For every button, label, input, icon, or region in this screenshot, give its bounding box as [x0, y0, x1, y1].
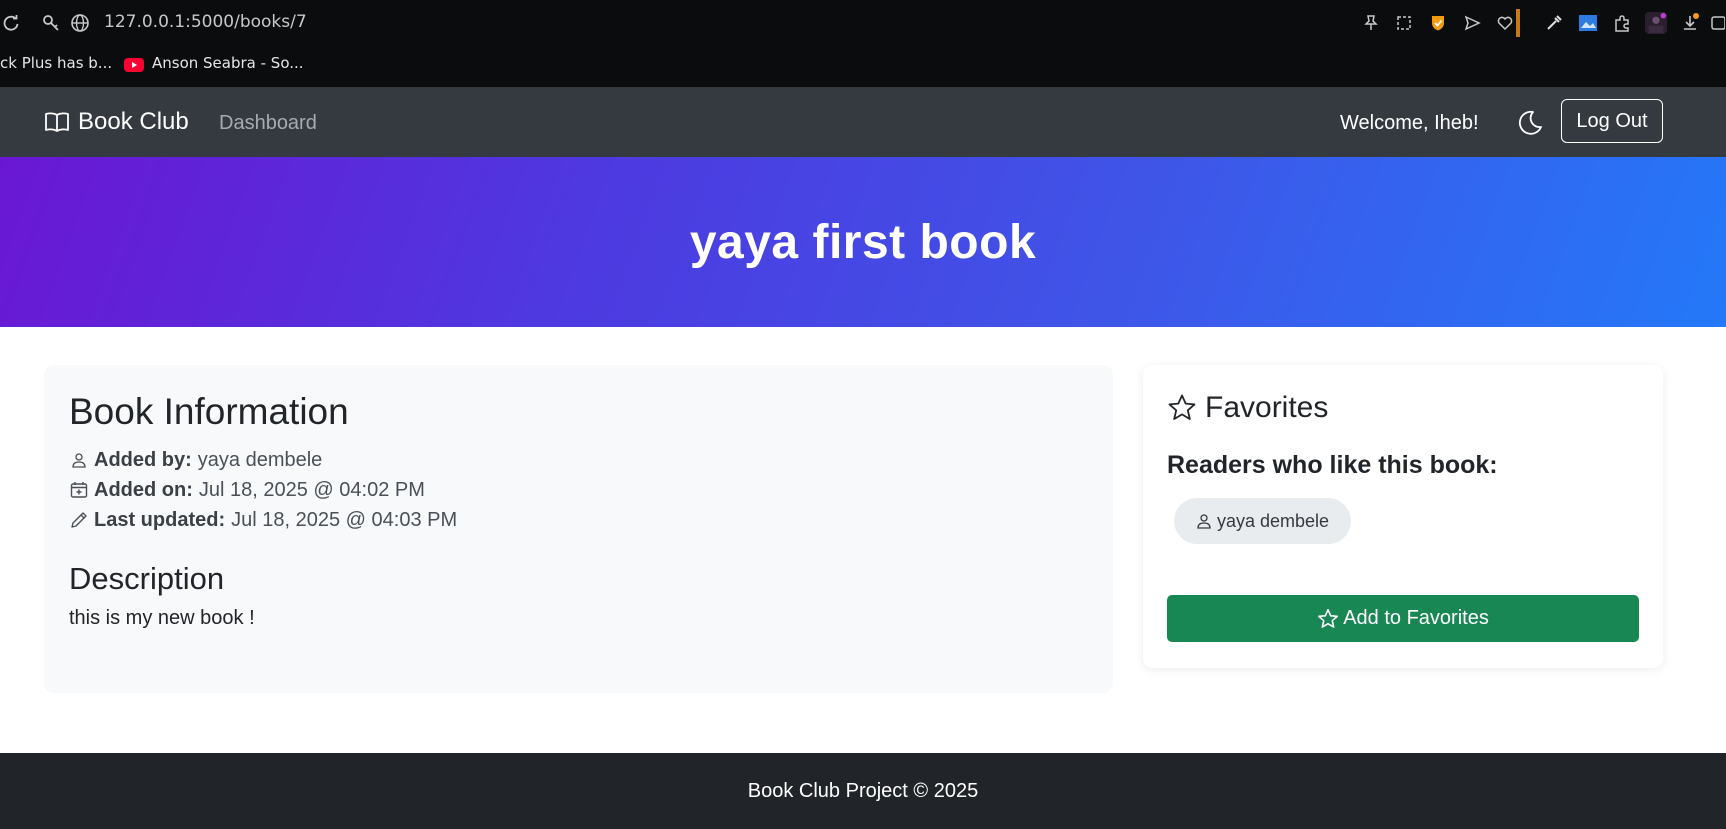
bookmarks-bar: ck Plus has b... Anson Seabra - So... — [0, 46, 1726, 87]
divider-icon — [1515, 9, 1521, 37]
book-icon — [44, 110, 70, 134]
add-to-favorites-label: Add to Favorites — [1343, 607, 1489, 629]
last-updated-value: Jul 18, 2025 @ 04:03 PM — [231, 508, 458, 531]
calendar-plus-icon — [69, 480, 89, 500]
nav-link-dashboard[interactable]: Dashboard — [219, 112, 317, 135]
sidebar-toggle-icon[interactable] — [1710, 12, 1726, 34]
logout-button[interactable]: Log Out — [1561, 99, 1663, 143]
added-on-value: Jul 18, 2025 @ 04:02 PM — [198, 478, 425, 501]
extensions-puzzle-icon[interactable] — [1611, 12, 1633, 34]
last-updated-row: Last updated: Jul 18, 2025 @ 04:03 PM — [69, 505, 1088, 535]
footer: Book Club Project © 2025 — [0, 753, 1726, 829]
eyedropper-icon[interactable] — [1543, 12, 1565, 34]
add-to-favorites-button[interactable]: Add to Favorites — [1167, 595, 1639, 642]
bookmark-item[interactable]: Anson Seabra - So... — [152, 54, 304, 72]
site-info-icon[interactable] — [40, 12, 62, 34]
profile-avatar-icon[interactable] — [1645, 12, 1667, 34]
heart-icon[interactable] — [1494, 12, 1516, 34]
image-extension-icon[interactable] — [1577, 12, 1599, 34]
brand-link[interactable]: Book Club — [44, 108, 189, 136]
address-bar[interactable]: 127.0.0.1:5000/books/7 — [104, 12, 307, 32]
added-by-label: Added by: — [94, 448, 192, 471]
book-info-card: Book Information Added by: yaya dembele … — [44, 365, 1113, 693]
navbar: Book Club Dashboard Welcome, Iheb! Log O… — [0, 87, 1726, 157]
favorites-card: Favorites Readers who like this book: ya… — [1143, 365, 1663, 668]
person-icon — [69, 450, 89, 470]
book-title: yaya first book — [689, 215, 1037, 269]
reader-name: yaya dembele — [1217, 510, 1330, 531]
last-updated-label: Last updated: — [94, 508, 226, 531]
welcome-text: Welcome, Iheb! — [1340, 112, 1479, 134]
pencil-icon — [69, 510, 89, 530]
screenshot-icon[interactable] — [1393, 12, 1415, 34]
description-text: this is my new book ! — [69, 607, 255, 629]
globe-icon — [69, 12, 91, 34]
person-icon — [1196, 513, 1212, 529]
youtube-icon — [123, 54, 145, 76]
added-by-value: yaya dembele — [197, 448, 323, 471]
readers-subheading: Readers who like this book: — [1167, 451, 1498, 479]
added-by-row: Added by: yaya dembele — [69, 445, 1088, 475]
browser-toolbar: 127.0.0.1:5000/books/7 — [0, 0, 1726, 46]
book-info-heading: Book Information — [69, 391, 349, 432]
bookmark-item[interactable]: ck Plus has b... — [0, 54, 112, 72]
shield-extension-icon[interactable] — [1427, 12, 1449, 34]
reload-icon[interactable] — [0, 12, 22, 34]
hero-banner: yaya first book — [0, 157, 1726, 327]
moon-icon[interactable] — [1514, 108, 1544, 138]
added-on-label: Added on: — [94, 478, 193, 501]
description-heading: Description — [69, 561, 225, 596]
pin-icon[interactable] — [1360, 12, 1382, 34]
added-on-row: Added on: Jul 18, 2025 @ 04:02 PM — [69, 475, 1088, 505]
footer-text: Book Club Project © 2025 — [747, 779, 979, 802]
brand-label: Book Club — [78, 108, 189, 135]
favorites-heading: Favorites — [1167, 391, 1639, 425]
send-icon[interactable] — [1461, 12, 1483, 34]
star-icon — [1167, 393, 1197, 423]
star-icon — [1317, 608, 1339, 630]
download-icon[interactable] — [1679, 12, 1701, 34]
reader-badge[interactable]: yaya dembele — [1174, 498, 1352, 544]
favorites-heading-label: Favorites — [1205, 391, 1329, 424]
